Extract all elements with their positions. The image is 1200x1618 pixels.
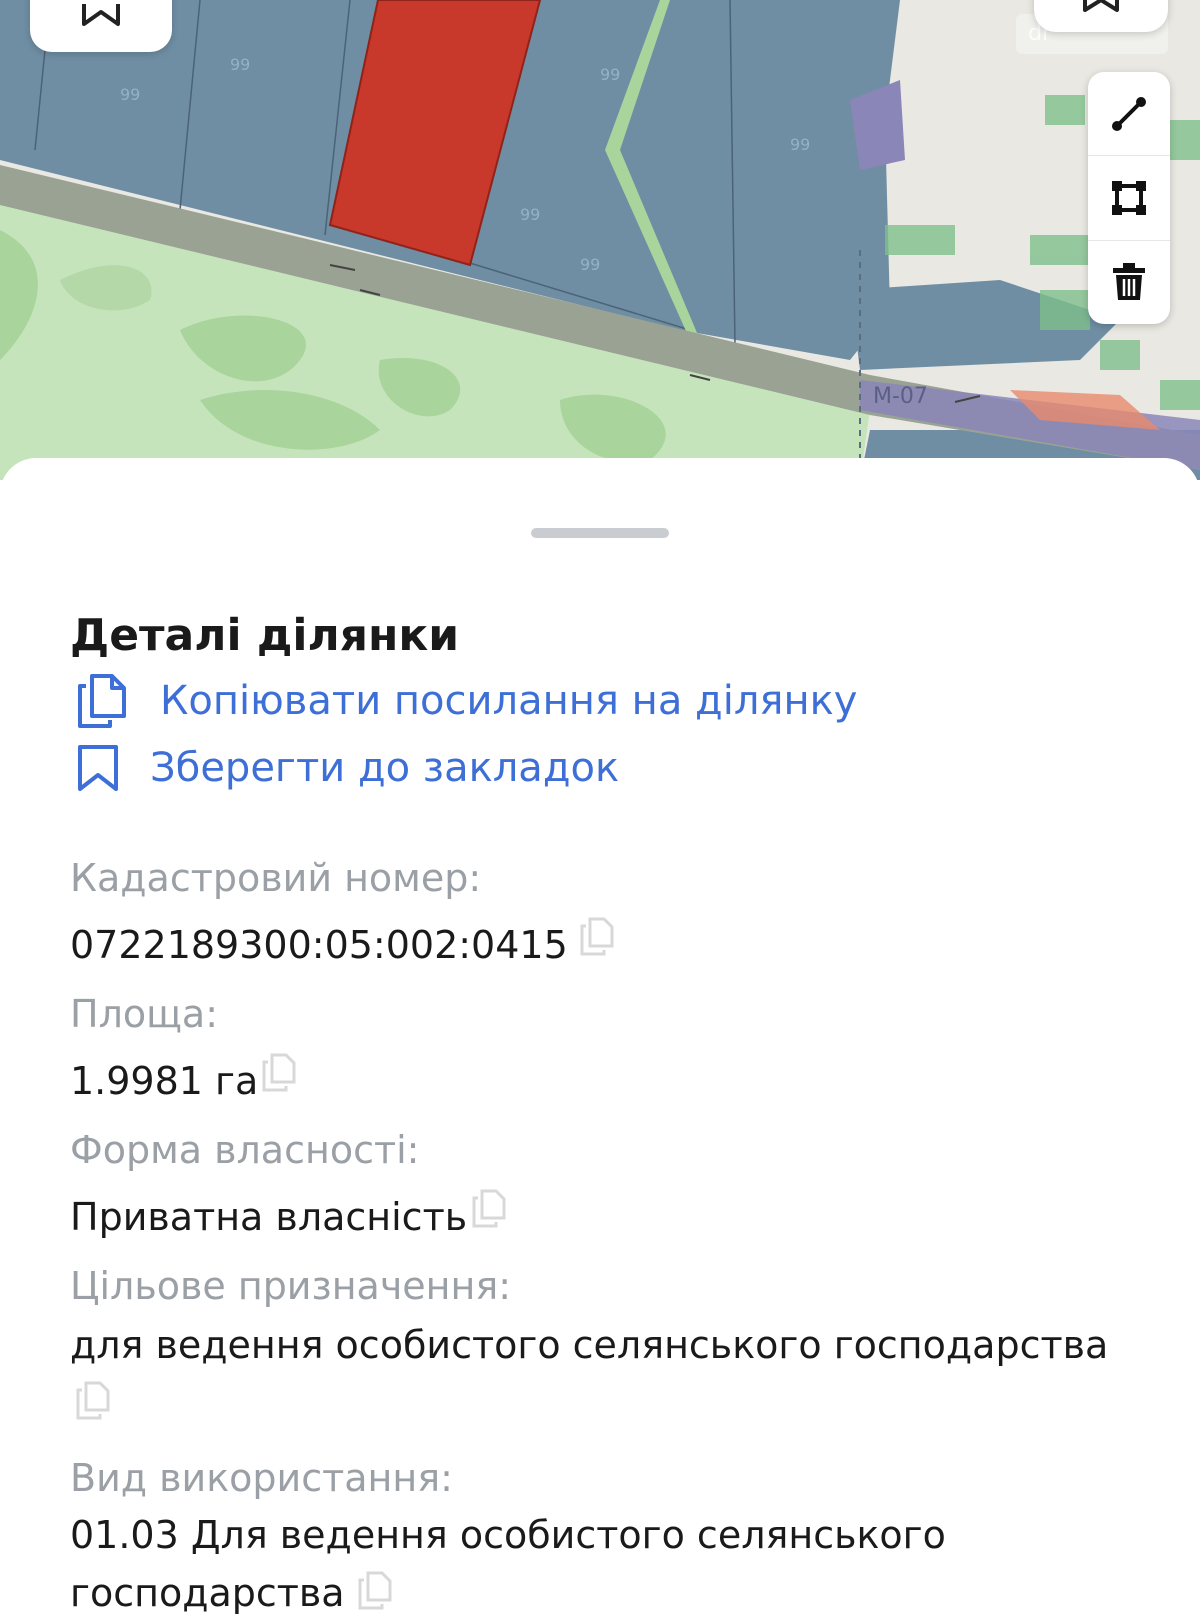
svg-text:99: 99 [230,55,250,74]
area-value: 1.9981 га [70,1059,259,1103]
copy-icon [78,674,126,728]
svg-text:99: 99 [600,65,620,84]
svg-text:99: 99 [520,205,540,224]
area-measure-icon [1112,180,1146,215]
ownership-value: Приватна власність [70,1195,468,1239]
usage-label: Вид використання: [70,1456,453,1500]
bookmark-icon [78,745,118,791]
copy-area-icon[interactable] [260,1052,298,1094]
measure-area-button[interactable] [1088,156,1170,241]
map-bookmark-button[interactable] [30,0,172,52]
line-measure-icon [1112,96,1146,131]
purpose-value: для ведення особистого селянського госпо… [70,1323,1109,1367]
map-view[interactable]: 99 99 99 99 99 99 M-07 dr [0,0,1200,480]
copy-ownership-icon[interactable] [470,1188,508,1230]
map-tools-panel [1088,72,1170,324]
bookmark-button[interactable]: Зберегти до закладок [76,742,619,794]
cadastral-map[interactable]: 99 99 99 99 99 99 M-07 [0,0,1200,480]
bookmark-icon [82,4,120,26]
delete-button[interactable] [1088,241,1170,324]
cadastral-number-value: 0722189300:05:002:0415 [70,923,568,967]
measure-line-button[interactable] [1088,72,1170,157]
purpose-label: Цільове призначення: [70,1264,512,1308]
usage-value-line2: господарства [70,1571,345,1615]
trash-icon [1113,263,1145,301]
ownership-label: Форма власності: [70,1128,420,1172]
bookmark-label: Зберегти до закладок [150,745,620,791]
road-label: M-07 [873,384,928,409]
usage-value-line1: 01.03 Для ведення особистого селянського [70,1513,946,1557]
copy-usage-icon[interactable] [356,1570,394,1612]
svg-text:99: 99 [120,85,140,104]
parcel-details-sheet: Деталі ділянки Копіювати посилання на ді… [0,458,1200,1618]
cadastral-number-label: Кадастровий номер: [70,856,482,900]
svg-text:99: 99 [790,135,810,154]
svg-text:99: 99 [580,255,600,274]
page-title: Деталі ділянки [70,610,460,661]
map-top-right-button[interactable] [1034,0,1168,32]
area-label: Площа: [70,992,218,1036]
copy-link-label: Копіювати посилання на ділянку [160,678,858,724]
copy-cadastral-icon[interactable] [578,916,616,958]
sheet-drag-handle[interactable] [531,528,669,538]
copy-purpose-icon[interactable] [74,1380,112,1422]
copy-link-button[interactable]: Копіювати посилання на ділянку [74,672,857,730]
bookmark-icon [1083,0,1119,12]
